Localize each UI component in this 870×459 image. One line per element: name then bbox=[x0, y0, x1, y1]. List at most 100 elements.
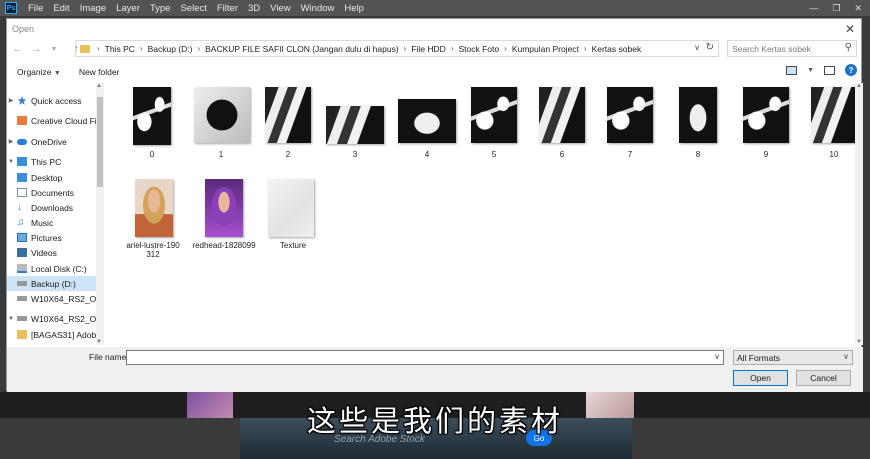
scroll-up-icon[interactable]: ▲ bbox=[856, 83, 862, 89]
menu-3d[interactable]: 3D bbox=[243, 3, 265, 14]
close-icon[interactable]: ✕ bbox=[845, 22, 855, 36]
file-item[interactable]: 9 bbox=[743, 87, 789, 161]
chevron-down-icon[interactable]: ∨ bbox=[694, 43, 700, 52]
file-item[interactable]: 0 bbox=[133, 87, 171, 161]
sidebar-item-label: OneDrive bbox=[31, 136, 67, 147]
file-item[interactable]: 10 bbox=[811, 87, 857, 161]
search-placeholder: Search Kertas sobek bbox=[732, 43, 811, 54]
recent-locations-icon[interactable]: ▼ bbox=[47, 46, 61, 53]
file-name: redhead-1828099 bbox=[192, 241, 256, 250]
sidebar-item-local-disk[interactable]: Local Disk (C:) bbox=[7, 261, 99, 276]
sidebar-item-label: Desktop bbox=[31, 172, 63, 183]
preview-pane-icon[interactable] bbox=[824, 65, 835, 75]
organize-button[interactable]: Organize ▼ bbox=[17, 67, 61, 77]
back-arrow-icon[interactable]: ← bbox=[11, 43, 25, 55]
file-thumbnail bbox=[607, 87, 653, 143]
file-item[interactable]: redhead-1828099 bbox=[191, 179, 257, 267]
file-item[interactable]: ariel-lustre-190312 bbox=[125, 179, 181, 267]
menu-help[interactable]: Help bbox=[339, 3, 369, 14]
open-button[interactable]: Open bbox=[733, 370, 788, 386]
menu-image[interactable]: Image bbox=[75, 3, 111, 14]
file-name-input[interactable]: ∨ bbox=[126, 350, 724, 365]
menu-filter[interactable]: Filter bbox=[212, 3, 243, 14]
file-name: 10 bbox=[829, 150, 839, 159]
file-item[interactable]: 7 bbox=[607, 87, 653, 161]
help-icon[interactable]: ? bbox=[845, 64, 857, 76]
dialog-footer: File name: ∨ All Formats ∨ Open Cancel bbox=[7, 347, 863, 392]
file-thumbnail bbox=[268, 179, 314, 237]
breadcrumb-stock-foto[interactable]: Stock Foto bbox=[457, 44, 502, 54]
file-thumbnail bbox=[811, 87, 855, 143]
menu-window[interactable]: Window bbox=[296, 3, 340, 14]
drive-icon bbox=[17, 264, 27, 273]
content-scrollbar[interactable]: ▲ ▼ bbox=[855, 83, 863, 345]
file-item[interactable]: 1 bbox=[191, 87, 251, 161]
chevron-down-icon[interactable]: ∨ bbox=[714, 352, 720, 361]
sidebar-item-onedrive[interactable]: ▶ OneDrive bbox=[7, 134, 99, 149]
menu-view[interactable]: View bbox=[265, 3, 295, 14]
sidebar-item-pictures[interactable]: Pictures bbox=[7, 230, 99, 245]
change-view-icon[interactable] bbox=[786, 65, 798, 75]
menu-file[interactable]: File bbox=[23, 3, 48, 14]
file-name: 9 bbox=[763, 150, 769, 159]
file-item[interactable]: 8 bbox=[675, 87, 721, 161]
search-input[interactable]: Search Kertas sobek ⚲ bbox=[727, 40, 857, 57]
menu-edit[interactable]: Edit bbox=[48, 3, 74, 14]
scroll-up-icon[interactable]: ▲ bbox=[96, 83, 102, 89]
refresh-icon[interactable]: ↻ bbox=[706, 42, 714, 53]
cancel-button[interactable]: Cancel bbox=[796, 370, 851, 386]
sidebar-item-w10x64-of[interactable]: W10X64_RS2_OF bbox=[7, 291, 99, 306]
file-name: ariel-lustre-190312 bbox=[126, 241, 180, 259]
address-bar[interactable]: › This PC › Backup (D:) › BACKUP FILE SA… bbox=[75, 40, 719, 57]
file-thumbnail bbox=[679, 87, 717, 143]
sidebar-item-label: Videos bbox=[31, 247, 57, 258]
star-icon bbox=[17, 96, 27, 105]
sidebar-item-documents[interactable]: Documents bbox=[7, 185, 99, 200]
sidebar-item-bagas31[interactable]: [BAGAS31] Adob bbox=[7, 327, 99, 342]
breadcrumb-kertas-sobek[interactable]: Kertas sobek bbox=[590, 44, 644, 54]
breadcrumb-backup[interactable]: Backup (D:) bbox=[146, 44, 195, 54]
file-name: 7 bbox=[627, 150, 633, 159]
chevron-right-icon[interactable]: ▶ bbox=[7, 97, 15, 104]
file-type-select[interactable]: All Formats ∨ bbox=[733, 350, 853, 365]
sidebar-item-label: W10X64_RS2_OF bbox=[31, 293, 99, 304]
scroll-down-icon[interactable]: ▼ bbox=[856, 339, 862, 345]
breadcrumb-kumpulan-project[interactable]: Kumpulan Project bbox=[510, 44, 581, 54]
scroll-down-icon[interactable]: ▼ bbox=[96, 339, 102, 345]
chevron-down-icon: ∨ bbox=[843, 352, 849, 361]
file-item[interactable]: 6 bbox=[539, 87, 585, 161]
breadcrumb-this-pc[interactable]: This PC bbox=[103, 44, 137, 54]
sidebar-item-downloads[interactable]: ↓ Downloads bbox=[7, 200, 99, 215]
file-item[interactable]: 5 bbox=[471, 87, 517, 161]
sidebar-item-desktop[interactable]: Desktop bbox=[7, 170, 99, 185]
minimize-icon[interactable]: — bbox=[809, 0, 818, 16]
sidebar-item-quick-access[interactable]: ▶ Quick access bbox=[7, 93, 99, 108]
chevron-down-icon[interactable]: ▼ bbox=[7, 159, 15, 165]
breadcrumb-file-hdd[interactable]: File HDD bbox=[409, 44, 447, 54]
folder-icon bbox=[80, 44, 90, 53]
sidebar-item-backup[interactable]: Backup (D:) bbox=[7, 276, 99, 291]
chevron-down-icon[interactable]: ▼ bbox=[7, 316, 15, 322]
sidebar-scrollbar[interactable]: ▲ ▼ bbox=[96, 83, 104, 345]
breadcrumb-backup-file[interactable]: BACKUP FILE SAFII CLON (Jangan dulu di h… bbox=[203, 44, 401, 54]
sidebar-item-music[interactable]: ♫ Music bbox=[7, 215, 99, 230]
file-item[interactable]: Texture bbox=[265, 179, 321, 267]
menu-layer[interactable]: Layer bbox=[111, 3, 145, 14]
forward-arrow-icon[interactable]: → bbox=[29, 43, 43, 55]
restore-icon[interactable]: ❐ bbox=[832, 0, 840, 16]
chevron-right-icon[interactable]: ▶ bbox=[7, 138, 15, 145]
file-item[interactable]: 4 bbox=[397, 87, 457, 161]
sidebar-item-videos[interactable]: Videos bbox=[7, 245, 99, 260]
new-folder-button[interactable]: New folder bbox=[79, 67, 120, 77]
sidebar-item-w10x64-off[interactable]: ▼ W10X64_RS2_OFF bbox=[7, 311, 99, 326]
file-item[interactable]: 3 bbox=[325, 87, 385, 161]
sidebar-item-creative-cloud[interactable]: Creative Cloud Fil bbox=[7, 113, 99, 128]
menu-type[interactable]: Type bbox=[145, 3, 176, 14]
scrollbar-thumb[interactable] bbox=[97, 97, 103, 187]
close-window-icon[interactable]: ✕ bbox=[854, 0, 862, 16]
file-item[interactable]: 2 bbox=[265, 87, 311, 161]
drive-icon bbox=[17, 316, 27, 321]
chevron-down-icon[interactable]: ▼ bbox=[807, 67, 814, 74]
sidebar-item-this-pc[interactable]: ▼ This PC bbox=[7, 154, 99, 169]
menu-select[interactable]: Select bbox=[175, 3, 211, 14]
